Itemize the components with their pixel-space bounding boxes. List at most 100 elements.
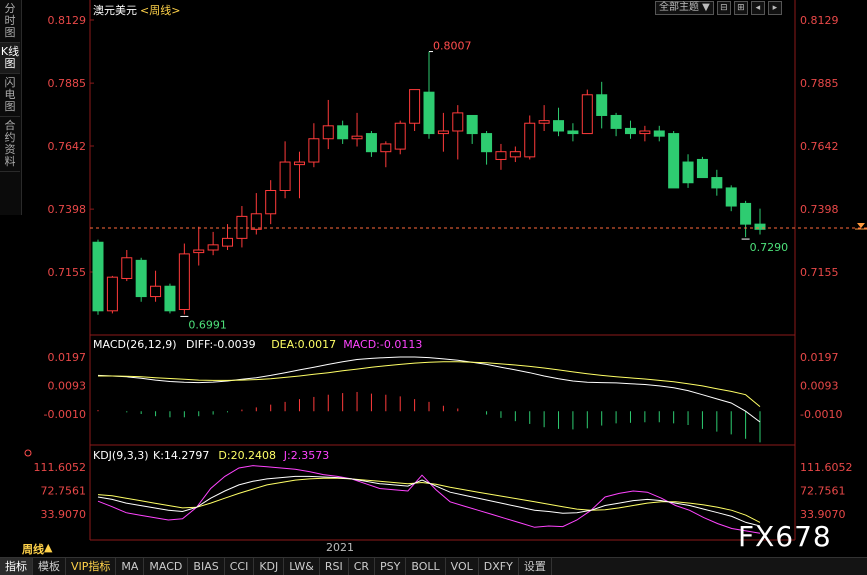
- y-tick-right: 0.8129: [800, 14, 839, 27]
- candle-body: [567, 130, 579, 135]
- y-tick-right: 0.7155: [800, 266, 839, 279]
- y-tick-right: 0.7885: [800, 77, 839, 90]
- indicator-tab-12[interactable]: BOLL: [406, 558, 446, 575]
- candle-body: [279, 161, 291, 192]
- macd-title: MACD(26,12,9): [93, 338, 177, 351]
- chart-labels: 0.8129 0.8129 0.7885 0.7885 0.7642 0.7642 0.73…: [48, 3, 839, 554]
- indicator-tab-0[interactable]: 指标: [0, 558, 33, 575]
- candle-body: [581, 94, 593, 135]
- indicator-tab-9[interactable]: RSI: [320, 558, 349, 575]
- kdj-y-tick-left: 33.9070: [41, 508, 87, 521]
- macd-y-tick-left: -0.0010: [44, 408, 86, 421]
- kdj-y-tick-right: 72.7561: [800, 485, 846, 498]
- indicator-tab-11[interactable]: PSY: [375, 558, 407, 575]
- candle-body: [265, 190, 277, 215]
- macd-legend-dea: DEA:0.0017: [271, 338, 336, 351]
- candle-body: [92, 241, 104, 312]
- indicator-tab-4[interactable]: MACD: [144, 558, 189, 575]
- indicator-tab-3[interactable]: MA: [116, 558, 145, 575]
- candle-body: [740, 202, 752, 225]
- candle-body: [711, 177, 723, 189]
- candle-body: [365, 133, 377, 153]
- candle-body: [121, 257, 133, 279]
- indicator-tab-7[interactable]: KDJ: [254, 558, 285, 575]
- candle-body: [222, 237, 234, 247]
- indicator-tab-8[interactable]: LW&: [284, 558, 320, 575]
- kdj-panel: 111.6052 111.605272.7561 72.756133.9070 33.…: [24, 449, 853, 534]
- candle-body: [178, 253, 190, 311]
- scroll-right-icon[interactable]: ▸: [767, 1, 782, 15]
- y-tick-left: 0.7642: [48, 140, 87, 153]
- y-tick-left: 0.8129: [48, 14, 87, 27]
- scroll-left-icon[interactable]: ◂: [750, 1, 765, 15]
- macd-legend-macd: MACD:-0.0113: [343, 338, 422, 351]
- candle-body: [164, 285, 176, 312]
- candle-body: [106, 276, 118, 312]
- candle-body: [466, 114, 478, 135]
- candle-body: [351, 135, 363, 140]
- period-selector[interactable]: 周线 ▲: [22, 541, 52, 557]
- indicator-tab-15[interactable]: 设置: [519, 558, 552, 575]
- indicator-tab-5[interactable]: BIAS: [188, 558, 225, 575]
- y-tick-right: 0.7398: [800, 203, 839, 216]
- last-price-arrow-icon: [857, 223, 865, 229]
- candle-body: [135, 259, 147, 298]
- candle-body: [754, 223, 766, 230]
- y-tick-left: 0.7398: [48, 203, 87, 216]
- macd-y-tick-right: -0.0010: [800, 408, 842, 421]
- candle-body: [553, 120, 565, 132]
- indicator-tab-bar: 指标 模板 VIP指标 MA MACD BIAS CCI KDJ LW& RSI CR PSY BOLL…: [0, 557, 867, 575]
- x-year-label: 2021: [326, 541, 354, 554]
- kdj-legend-k: K:14.2797: [153, 449, 209, 462]
- recent-low-label: 0.7290: [750, 241, 789, 254]
- candle-body: [380, 143, 392, 153]
- indicator-tab-6[interactable]: CCI: [225, 558, 255, 575]
- high-label: 0.8007: [433, 40, 472, 53]
- kdj-j-line: [97, 465, 761, 534]
- zoom-out-icon[interactable]: ⊟: [716, 1, 731, 15]
- y-tick-left: 0.7155: [48, 266, 87, 279]
- period-label: 周线: [22, 543, 44, 556]
- candle-body: [624, 127, 636, 135]
- candle-body: [150, 285, 162, 298]
- zoom-in-icon[interactable]: ⊞: [733, 1, 748, 15]
- indicator-tab-13[interactable]: VOL: [446, 558, 479, 575]
- candle-body: [193, 249, 205, 254]
- candle-body: [524, 122, 536, 158]
- kdj-title: KDJ(9,3,3): [93, 449, 149, 462]
- chart-subtitle: <周线>: [140, 3, 180, 17]
- indicator-settings-icon: [24, 449, 32, 457]
- candle-body: [409, 89, 421, 124]
- candle-body: [322, 125, 334, 140]
- macd-y-tick-right: 0.0197: [800, 351, 839, 364]
- indicator-tab-1[interactable]: 模板: [33, 558, 66, 575]
- macd-dea-line: [98, 361, 761, 407]
- indicator-tab-2[interactable]: VIP指标: [66, 558, 117, 575]
- top-controls: 全部主题 ▼ ⊟ ⊞ ◂ ▸: [655, 1, 782, 15]
- indicator-tab-10[interactable]: CR: [349, 558, 376, 575]
- candle-body: [495, 151, 507, 160]
- macd-y-tick-left: 0.0197: [48, 351, 87, 364]
- kdj-legend-d: D:20.2408: [218, 449, 276, 462]
- candle-body: [423, 91, 435, 135]
- y-tick-left: 0.7885: [48, 77, 87, 90]
- main-index-label: 全部主题: [659, 2, 699, 13]
- y-tick-right: 0.7642: [800, 140, 839, 153]
- kdj-y-tick-left: 72.7561: [41, 485, 87, 498]
- main-index-select[interactable]: 全部主题 ▼: [655, 1, 714, 15]
- candle-body: [394, 122, 406, 150]
- candle-body: [308, 138, 320, 163]
- kdj-y-tick-right: 111.6052: [800, 461, 853, 474]
- kdj-legend-j: J:2.3573: [283, 449, 329, 462]
- candle-body: [337, 125, 349, 140]
- macd-diff-line: [97, 356, 761, 423]
- macd-panel: 0.0197 0.0197 0.0093 0.0093 -0.0010 -0.0010 MA…: [44, 338, 842, 443]
- candle-body: [538, 120, 550, 124]
- candle-body: [682, 161, 694, 184]
- candle-body: [293, 161, 305, 166]
- indicator-tab-14[interactable]: DXFY: [479, 558, 519, 575]
- low-label: 0.6991: [188, 318, 227, 331]
- kline-chart[interactable]: 0.0197 0.0197 0.0093 0.0093 -0.0010 -0.0010 MA…: [0, 0, 867, 557]
- candle-body: [250, 213, 262, 230]
- main-grid: [90, 19, 94, 273]
